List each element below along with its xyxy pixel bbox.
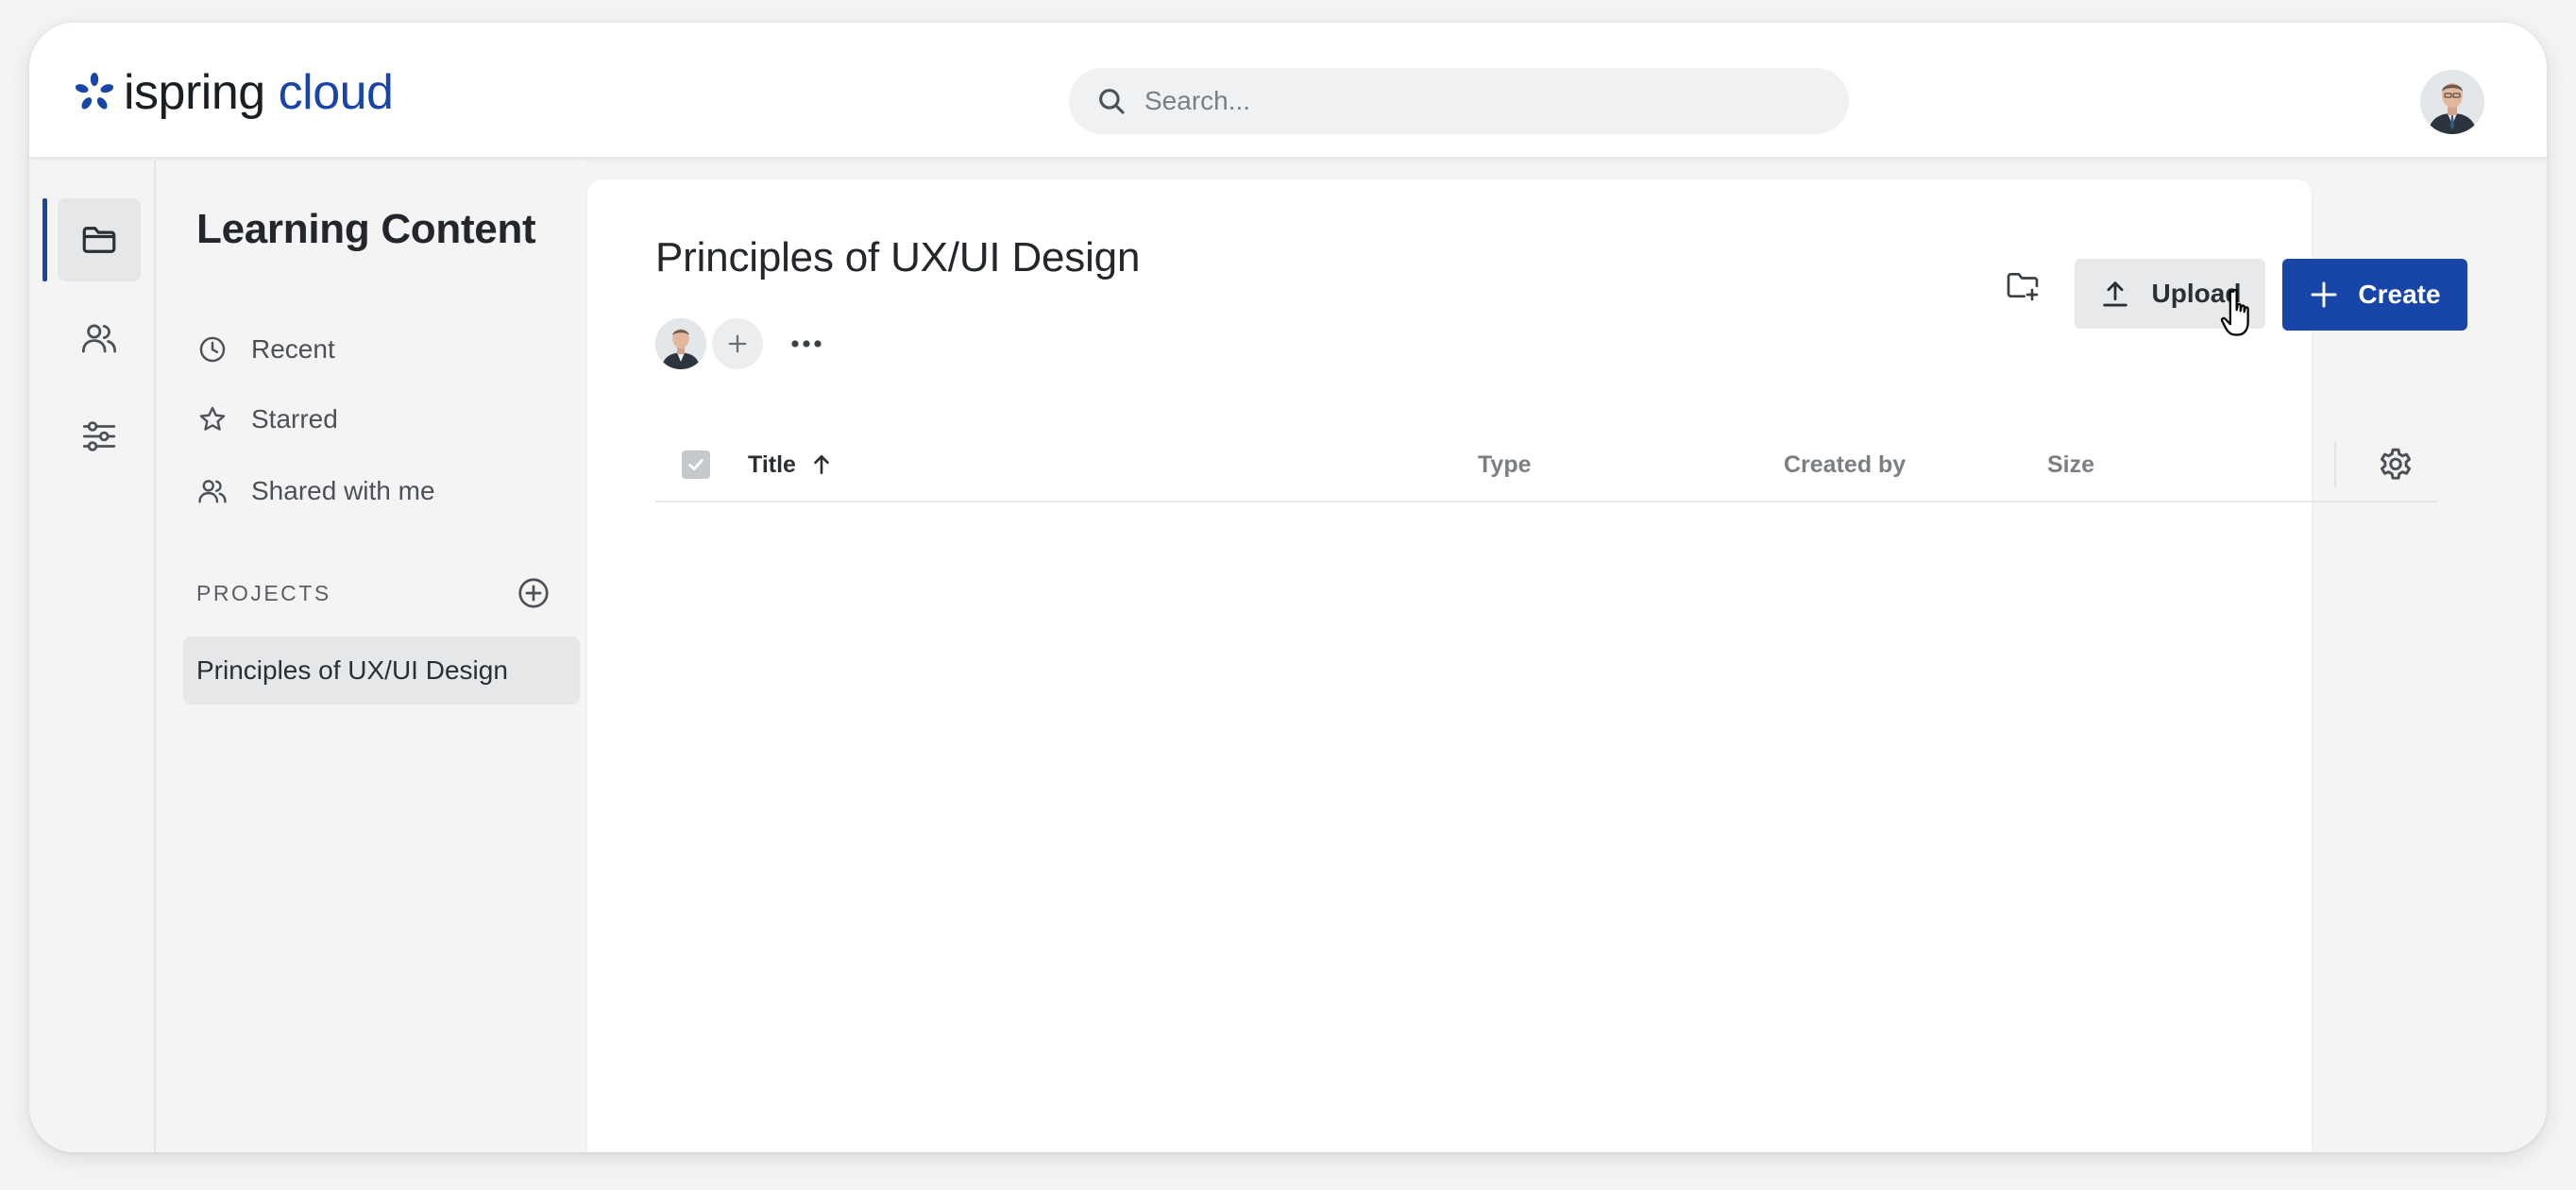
- more-horizontal-icon: [791, 340, 822, 348]
- upload-icon: [2102, 281, 2127, 307]
- create-button-label: Create: [2358, 280, 2441, 309]
- nav-title: Learning Content: [196, 206, 536, 252]
- logo-mark-icon: [75, 73, 114, 110]
- table-header: Title Type Created by Size: [655, 429, 2438, 502]
- search-input[interactable]: [1144, 86, 1805, 116]
- column-settings-button[interactable]: [2376, 445, 2415, 484]
- hand-pointer-cursor-icon: [2220, 288, 2249, 336]
- more-options-button[interactable]: [784, 325, 829, 363]
- project-item[interactable]: Principles of UX/UI Design: [183, 637, 580, 705]
- nav-item-recent[interactable]: Recent: [196, 327, 335, 372]
- column-header-label: Type: [1478, 450, 1532, 478]
- new-folder-button[interactable]: [1994, 257, 2051, 314]
- select-all-checkbox[interactable]: [682, 450, 710, 479]
- user-photo-icon: [655, 318, 706, 369]
- icon-rail: [29, 161, 156, 1152]
- plus-icon: [728, 334, 747, 353]
- project-item-label: Principles of UX/UI Design: [196, 655, 508, 685]
- member-avatar[interactable]: [655, 318, 706, 369]
- nav-item-label: Recent: [251, 334, 335, 364]
- app-window: ispring cloud Search... Learning Content…: [29, 23, 2547, 1152]
- nav-item-shared-with-me[interactable]: Shared with me: [196, 468, 435, 514]
- add-project-icon[interactable]: [516, 575, 551, 611]
- nav-item-label: Starred: [251, 404, 338, 434]
- logo-word-ispring: ispring: [124, 65, 265, 120]
- projects-header: PROJECTS: [196, 570, 551, 616]
- column-divider: [2334, 442, 2336, 487]
- main-content: Principles of UX/UI Design Upload Create…: [587, 179, 2467, 1152]
- logo-word-cloud: cloud: [278, 65, 394, 120]
- nav-item-starred[interactable]: Starred: [196, 397, 338, 442]
- folder-icon: [82, 227, 116, 253]
- sliders-icon: [82, 421, 116, 451]
- create-button[interactable]: Create: [2282, 259, 2467, 331]
- user-photo-icon: [2420, 70, 2484, 134]
- check-icon: [688, 459, 703, 470]
- column-header-type[interactable]: Type: [1478, 429, 1532, 501]
- plus-icon: [2311, 281, 2337, 308]
- clock-icon: [199, 336, 226, 363]
- users-icon: [198, 480, 227, 503]
- users-icon: [81, 324, 117, 353]
- add-member-button[interactable]: [712, 318, 763, 369]
- user-avatar[interactable]: [2420, 70, 2484, 134]
- search-bar[interactable]: [1069, 68, 1849, 134]
- column-header-created-by[interactable]: Created by: [1784, 429, 1906, 501]
- project-members: [655, 317, 829, 370]
- gear-icon: [2380, 448, 2412, 480]
- star-icon: [199, 406, 226, 431]
- top-header: ispring cloud: [29, 23, 2547, 159]
- ispring-cloud-logo[interactable]: ispring cloud: [73, 64, 394, 121]
- logo-text: ispring cloud: [124, 65, 394, 120]
- rail-item-settings[interactable]: [58, 395, 141, 478]
- rail-active-indicator: [42, 198, 47, 281]
- projects-label: PROJECTS: [196, 580, 331, 605]
- column-header-label: Title: [748, 450, 796, 478]
- search-icon: [1099, 89, 1125, 114]
- nav-item-label: Shared with me: [251, 476, 435, 505]
- page-title: Principles of UX/UI Design: [655, 234, 1141, 280]
- column-header-label: Size: [2047, 450, 2095, 478]
- column-header-title[interactable]: Title: [748, 429, 834, 501]
- content-nav-panel: Learning Content Recent Starred Shared w…: [158, 161, 586, 1152]
- sort-ascending-icon: [814, 455, 829, 474]
- column-header-size[interactable]: Size: [2047, 429, 2094, 501]
- column-header-label: Created by: [1784, 450, 1907, 478]
- rail-item-users[interactable]: [58, 297, 141, 380]
- rail-item-content[interactable]: [58, 198, 141, 281]
- folder-plus-icon: [2007, 273, 2039, 301]
